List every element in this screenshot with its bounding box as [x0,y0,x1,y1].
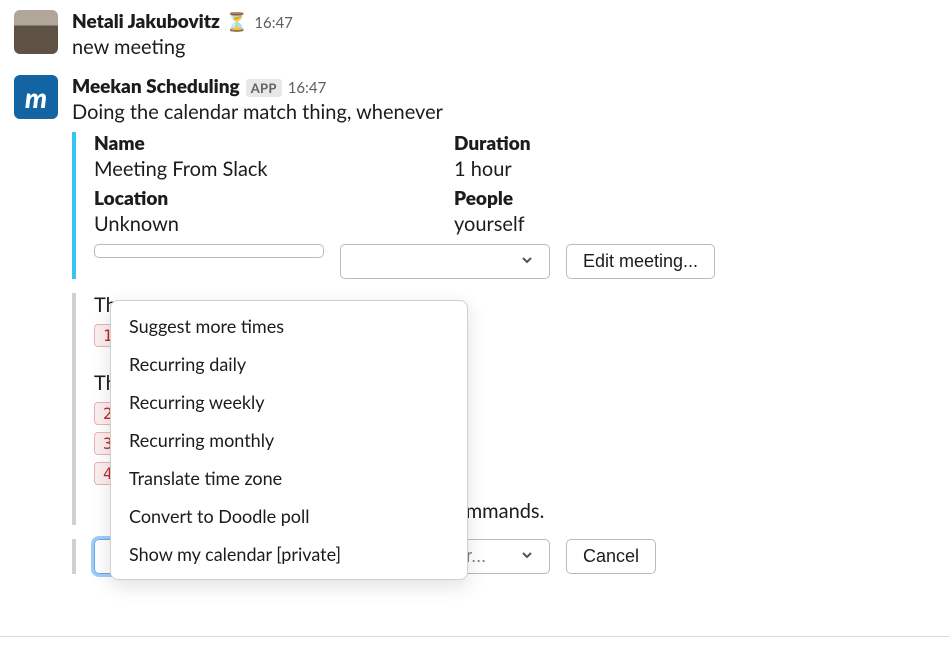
popover-item-recurring-weekly[interactable]: Recurring weekly [111,383,467,421]
popover-item-show-calendar[interactable]: Show my calendar [private] [111,535,467,573]
avatar-app[interactable]: m [14,75,58,119]
popover-item-recurring-daily[interactable]: Recurring daily [111,345,467,383]
edit-meeting-label: Edit meeting... [583,251,698,272]
popover-item-translate-tz[interactable]: Translate time zone [111,459,467,497]
message-text: new meeting [72,35,936,59]
attachment-event: Name Meeting From Slack Duration 1 hour … [72,132,936,279]
select-hidden-1[interactable] [94,244,324,258]
popover-item-recurring-monthly[interactable]: Recurring monthly [111,421,467,459]
more-actions-popover: Suggest more times Recurring daily Recur… [110,300,468,580]
avatar-letter: m [25,80,47,114]
hourglass-icon: ⏳ [226,10,248,33]
cancel-button[interactable]: Cancel [566,539,656,574]
message-row-user: Netali Jakubovitz ⏳ 16:47 new meeting [14,10,936,59]
field-value-name: Meeting From Slack [94,157,414,181]
message-text: Doing the calendar match thing, whenever [72,100,936,124]
timestamp: 16:47 [288,79,327,97]
select-hidden-2[interactable] [340,244,550,279]
popover-item-doodle-poll[interactable]: Convert to Doodle poll [111,497,467,535]
field-value-people: yourself [454,212,774,236]
sender-name-app[interactable]: Meekan Scheduling [72,75,240,98]
field-label-location: Location [94,187,414,210]
edit-meeting-button[interactable]: Edit meeting... [566,244,715,279]
divider [0,636,950,637]
field-label-people: People [454,187,774,210]
chevron-down-icon [521,549,533,564]
timestamp: 16:47 [254,14,293,32]
field-label-name: Name [94,132,414,155]
field-value-location: Unknown [94,212,414,236]
app-badge: APP [246,79,282,97]
chevron-down-icon [521,254,533,269]
avatar[interactable] [14,10,58,54]
field-label-duration: Duration [454,132,774,155]
popover-item-suggest-times[interactable]: Suggest more times [111,307,467,345]
cancel-label: Cancel [583,546,639,567]
sender-name[interactable]: Netali Jakubovitz [72,10,220,33]
field-value-duration: 1 hour [454,157,774,181]
